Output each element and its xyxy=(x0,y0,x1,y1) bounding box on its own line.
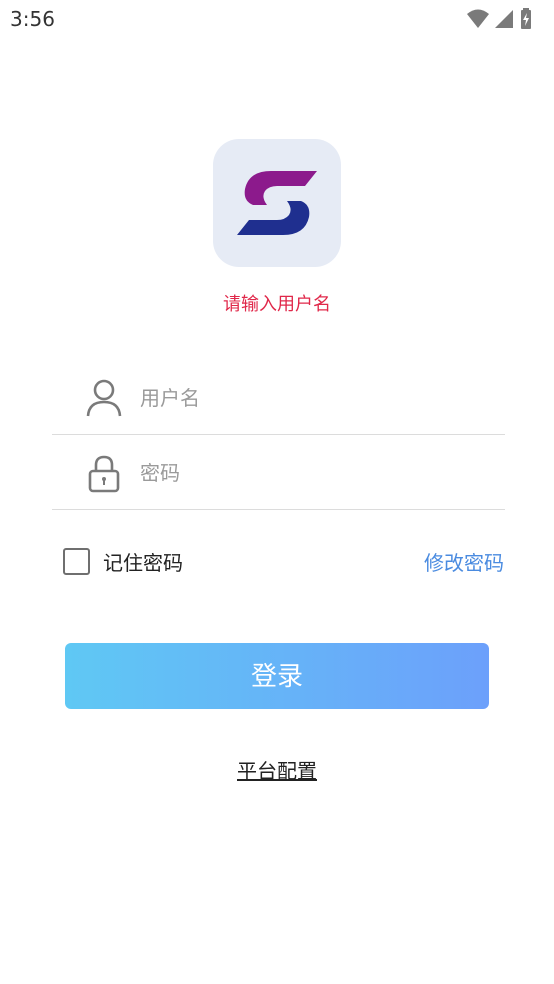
signal-icon xyxy=(495,10,513,28)
change-password-link[interactable]: 修改密码 xyxy=(424,547,504,576)
app-logo xyxy=(213,139,341,267)
password-input[interactable] xyxy=(140,453,480,493)
app-logo-icon xyxy=(237,171,317,235)
platform-config: 平台配置 xyxy=(0,755,554,784)
login-button[interactable]: 登录 xyxy=(65,643,489,709)
username-input[interactable] xyxy=(140,378,480,418)
username-field[interactable] xyxy=(52,360,505,435)
status-bar: 3:56 xyxy=(0,0,554,40)
password-field[interactable] xyxy=(52,435,505,510)
remember-password[interactable]: 记住密码 xyxy=(63,545,183,577)
platform-config-link[interactable]: 平台配置 xyxy=(237,759,317,783)
lock-icon xyxy=(88,455,120,493)
status-time: 3:56 xyxy=(10,7,55,31)
user-icon xyxy=(86,379,122,417)
battery-charging-icon xyxy=(521,8,531,29)
status-icons xyxy=(464,8,544,30)
wifi-icon xyxy=(467,9,489,28)
remember-checkbox[interactable] xyxy=(63,547,90,575)
remember-label: 记住密码 xyxy=(103,550,183,575)
input-hint: 请输入用户名 xyxy=(223,294,331,315)
